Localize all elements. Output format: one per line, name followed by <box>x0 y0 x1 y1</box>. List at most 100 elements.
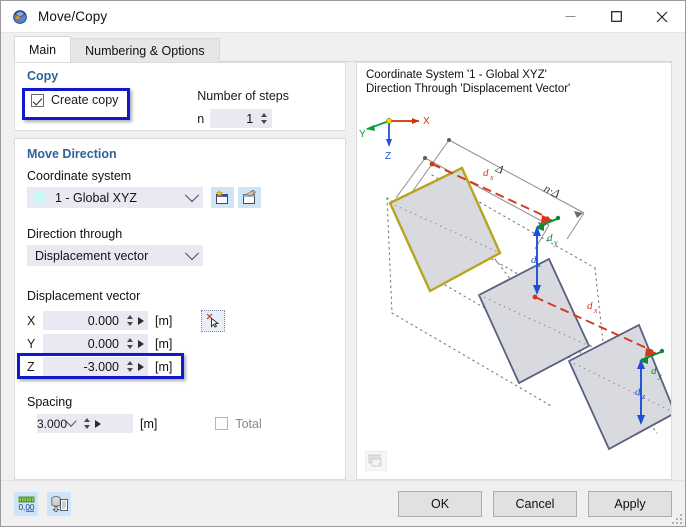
svg-text:0,00: 0,00 <box>18 503 34 512</box>
copy-group: Copy Create copy Number of steps n 1 <box>14 62 346 131</box>
steps-prefix-label: n <box>197 111 205 126</box>
number-of-steps-value: 1 <box>246 111 254 126</box>
new-coordinate-system-button[interactable] <box>211 187 234 208</box>
dialog-footer: 0,00 OK Cancel Apply <box>1 480 685 526</box>
move-copy-dialog: € Move/Copy Main Numbering & Options Cop… <box>0 0 686 527</box>
coordinate-system-color-swatch <box>33 191 46 204</box>
displacement-x-value: 0.000 <box>87 313 119 328</box>
axis-label-z: Z <box>27 359 35 374</box>
spacing-arrow-icon[interactable] <box>95 419 102 428</box>
displacement-x-spinner[interactable] <box>124 312 135 329</box>
displacement-x-arrow-icon[interactable] <box>138 316 144 325</box>
preview-graphic: X Y Z Δ n·Δ d x d y d z d x d y d z <box>359 116 671 451</box>
delta-label: Δ <box>493 161 506 177</box>
spacing-spinner[interactable] <box>81 415 92 432</box>
dx-label-1: d <box>483 167 489 179</box>
axis-label-y: Y <box>27 336 36 351</box>
displacement-y-unit: [m] <box>155 336 173 351</box>
spacing-unit: [m] <box>140 416 158 431</box>
displacement-z-arrow-icon[interactable] <box>138 362 144 371</box>
spacing-label: Spacing <box>27 395 73 409</box>
minimize-button[interactable] <box>547 1 593 32</box>
copy-group-title: Copy <box>27 69 59 83</box>
pick-point-button[interactable] <box>201 309 226 332</box>
create-copy-checkbox-box[interactable] <box>31 93 44 107</box>
axes-triad: X Y Z <box>359 116 430 162</box>
number-of-steps-block: Number of steps n 1 <box>197 89 289 128</box>
svg-text:y: y <box>657 371 662 380</box>
displacement-y-arrow-icon[interactable] <box>138 339 144 348</box>
spacing-value: 3.000 <box>37 416 68 431</box>
dx-label-2: d <box>587 300 593 312</box>
svg-text:y: y <box>553 238 558 247</box>
window-title: Move/Copy <box>38 9 108 24</box>
ok-button[interactable]: OK <box>398 490 482 517</box>
displacement-z-value: -3.000 <box>83 359 119 374</box>
move-direction-group: Move Direction Coordinate system 1 - Glo… <box>14 138 346 480</box>
coordinate-system-value: 1 - Global XYZ <box>55 190 137 205</box>
left-column: Copy Create copy Number of steps n 1 Mov… <box>14 62 346 480</box>
displacement-y-value: 0.000 <box>87 336 119 351</box>
number-of-steps-label: Number of steps <box>197 89 289 103</box>
displacement-y-spinner[interactable] <box>124 335 135 352</box>
close-button[interactable] <box>639 1 685 32</box>
original-shape <box>388 166 502 293</box>
n-delta-label: n·Δ <box>542 181 563 201</box>
spacing-row: 3.000 [m] Total <box>27 414 333 433</box>
total-checkbox[interactable]: Total <box>215 416 262 431</box>
dz-label-2: d <box>635 386 641 398</box>
tab-numbering-options[interactable]: Numbering & Options <box>70 38 220 62</box>
displacement-x-input[interactable]: 0.000 <box>43 311 148 330</box>
window-controls <box>547 1 685 32</box>
displacement-row-x: X 0.000 [m] <box>27 309 333 332</box>
right-column: Coordinate System '1 - Global XYZ' Direc… <box>356 62 672 480</box>
resize-grip[interactable] <box>670 512 682 524</box>
dy-label-2: d <box>651 365 657 377</box>
decimal-places-icon[interactable]: 0,00 <box>14 491 38 516</box>
dy-label-1: d <box>547 232 553 244</box>
svg-text:x: x <box>593 306 598 315</box>
total-label: Total <box>235 416 262 431</box>
chevron-down-icon-2 <box>184 245 200 260</box>
svg-text:x: x <box>489 173 494 182</box>
move-direction-group-title: Move Direction <box>27 147 117 161</box>
coordinate-system-label: Coordinate system <box>27 169 132 183</box>
displacement-y-input[interactable]: 0.000 <box>43 334 148 353</box>
create-copy-checkbox[interactable]: Create copy <box>31 93 118 107</box>
footer-buttons: OK Cancel Apply <box>398 490 672 517</box>
dialog-content: Copy Create copy Number of steps n 1 Mov… <box>1 62 685 480</box>
tab-strip: Main Numbering & Options <box>1 33 685 62</box>
direction-through-value: Displacement vector <box>35 248 149 263</box>
displacement-x-unit: [m] <box>155 313 173 328</box>
move-copy-icon: € <box>11 8 29 26</box>
svg-text:X: X <box>423 116 430 127</box>
svg-text:Z: Z <box>385 151 391 162</box>
displacement-row-y: Y 0.000 [m] <box>27 332 333 355</box>
total-checkbox-box[interactable] <box>215 417 229 430</box>
direction-through-label: Direction through <box>27 227 123 241</box>
steps-spinner[interactable] <box>258 110 269 127</box>
apply-button[interactable]: Apply <box>588 490 672 517</box>
displacement-row-z: Z -3.000 [m] <box>27 355 333 378</box>
chevron-down-icon <box>184 187 200 202</box>
snapshot-icon[interactable] <box>365 451 387 471</box>
title-bar: € Move/Copy <box>1 1 685 33</box>
displacement-z-unit: [m] <box>155 359 173 374</box>
edit-coordinate-system-button[interactable] <box>238 187 261 208</box>
svg-text:Y: Y <box>359 129 366 140</box>
number-of-steps-input[interactable]: 1 <box>210 109 273 128</box>
dz-label-1: d <box>531 254 537 266</box>
coordinate-system-dropdown[interactable]: 1 - Global XYZ <box>27 187 203 208</box>
preview-panel[interactable]: Coordinate System '1 - Global XYZ' Direc… <box>356 62 672 480</box>
import-settings-icon[interactable] <box>47 491 71 516</box>
coordinate-system-row: 1 - Global XYZ <box>27 187 333 208</box>
displacement-z-spinner[interactable] <box>124 358 135 375</box>
tab-main[interactable]: Main <box>14 36 72 62</box>
maximize-button[interactable] <box>593 1 639 32</box>
spacing-chevron-down-icon[interactable] <box>65 415 77 427</box>
cancel-button[interactable]: Cancel <box>493 490 577 517</box>
axis-label-x: X <box>27 313 36 328</box>
spacing-input[interactable]: 3.000 <box>37 414 133 433</box>
direction-through-dropdown[interactable]: Displacement vector <box>27 245 203 266</box>
displacement-z-input[interactable]: -3.000 <box>43 357 148 376</box>
